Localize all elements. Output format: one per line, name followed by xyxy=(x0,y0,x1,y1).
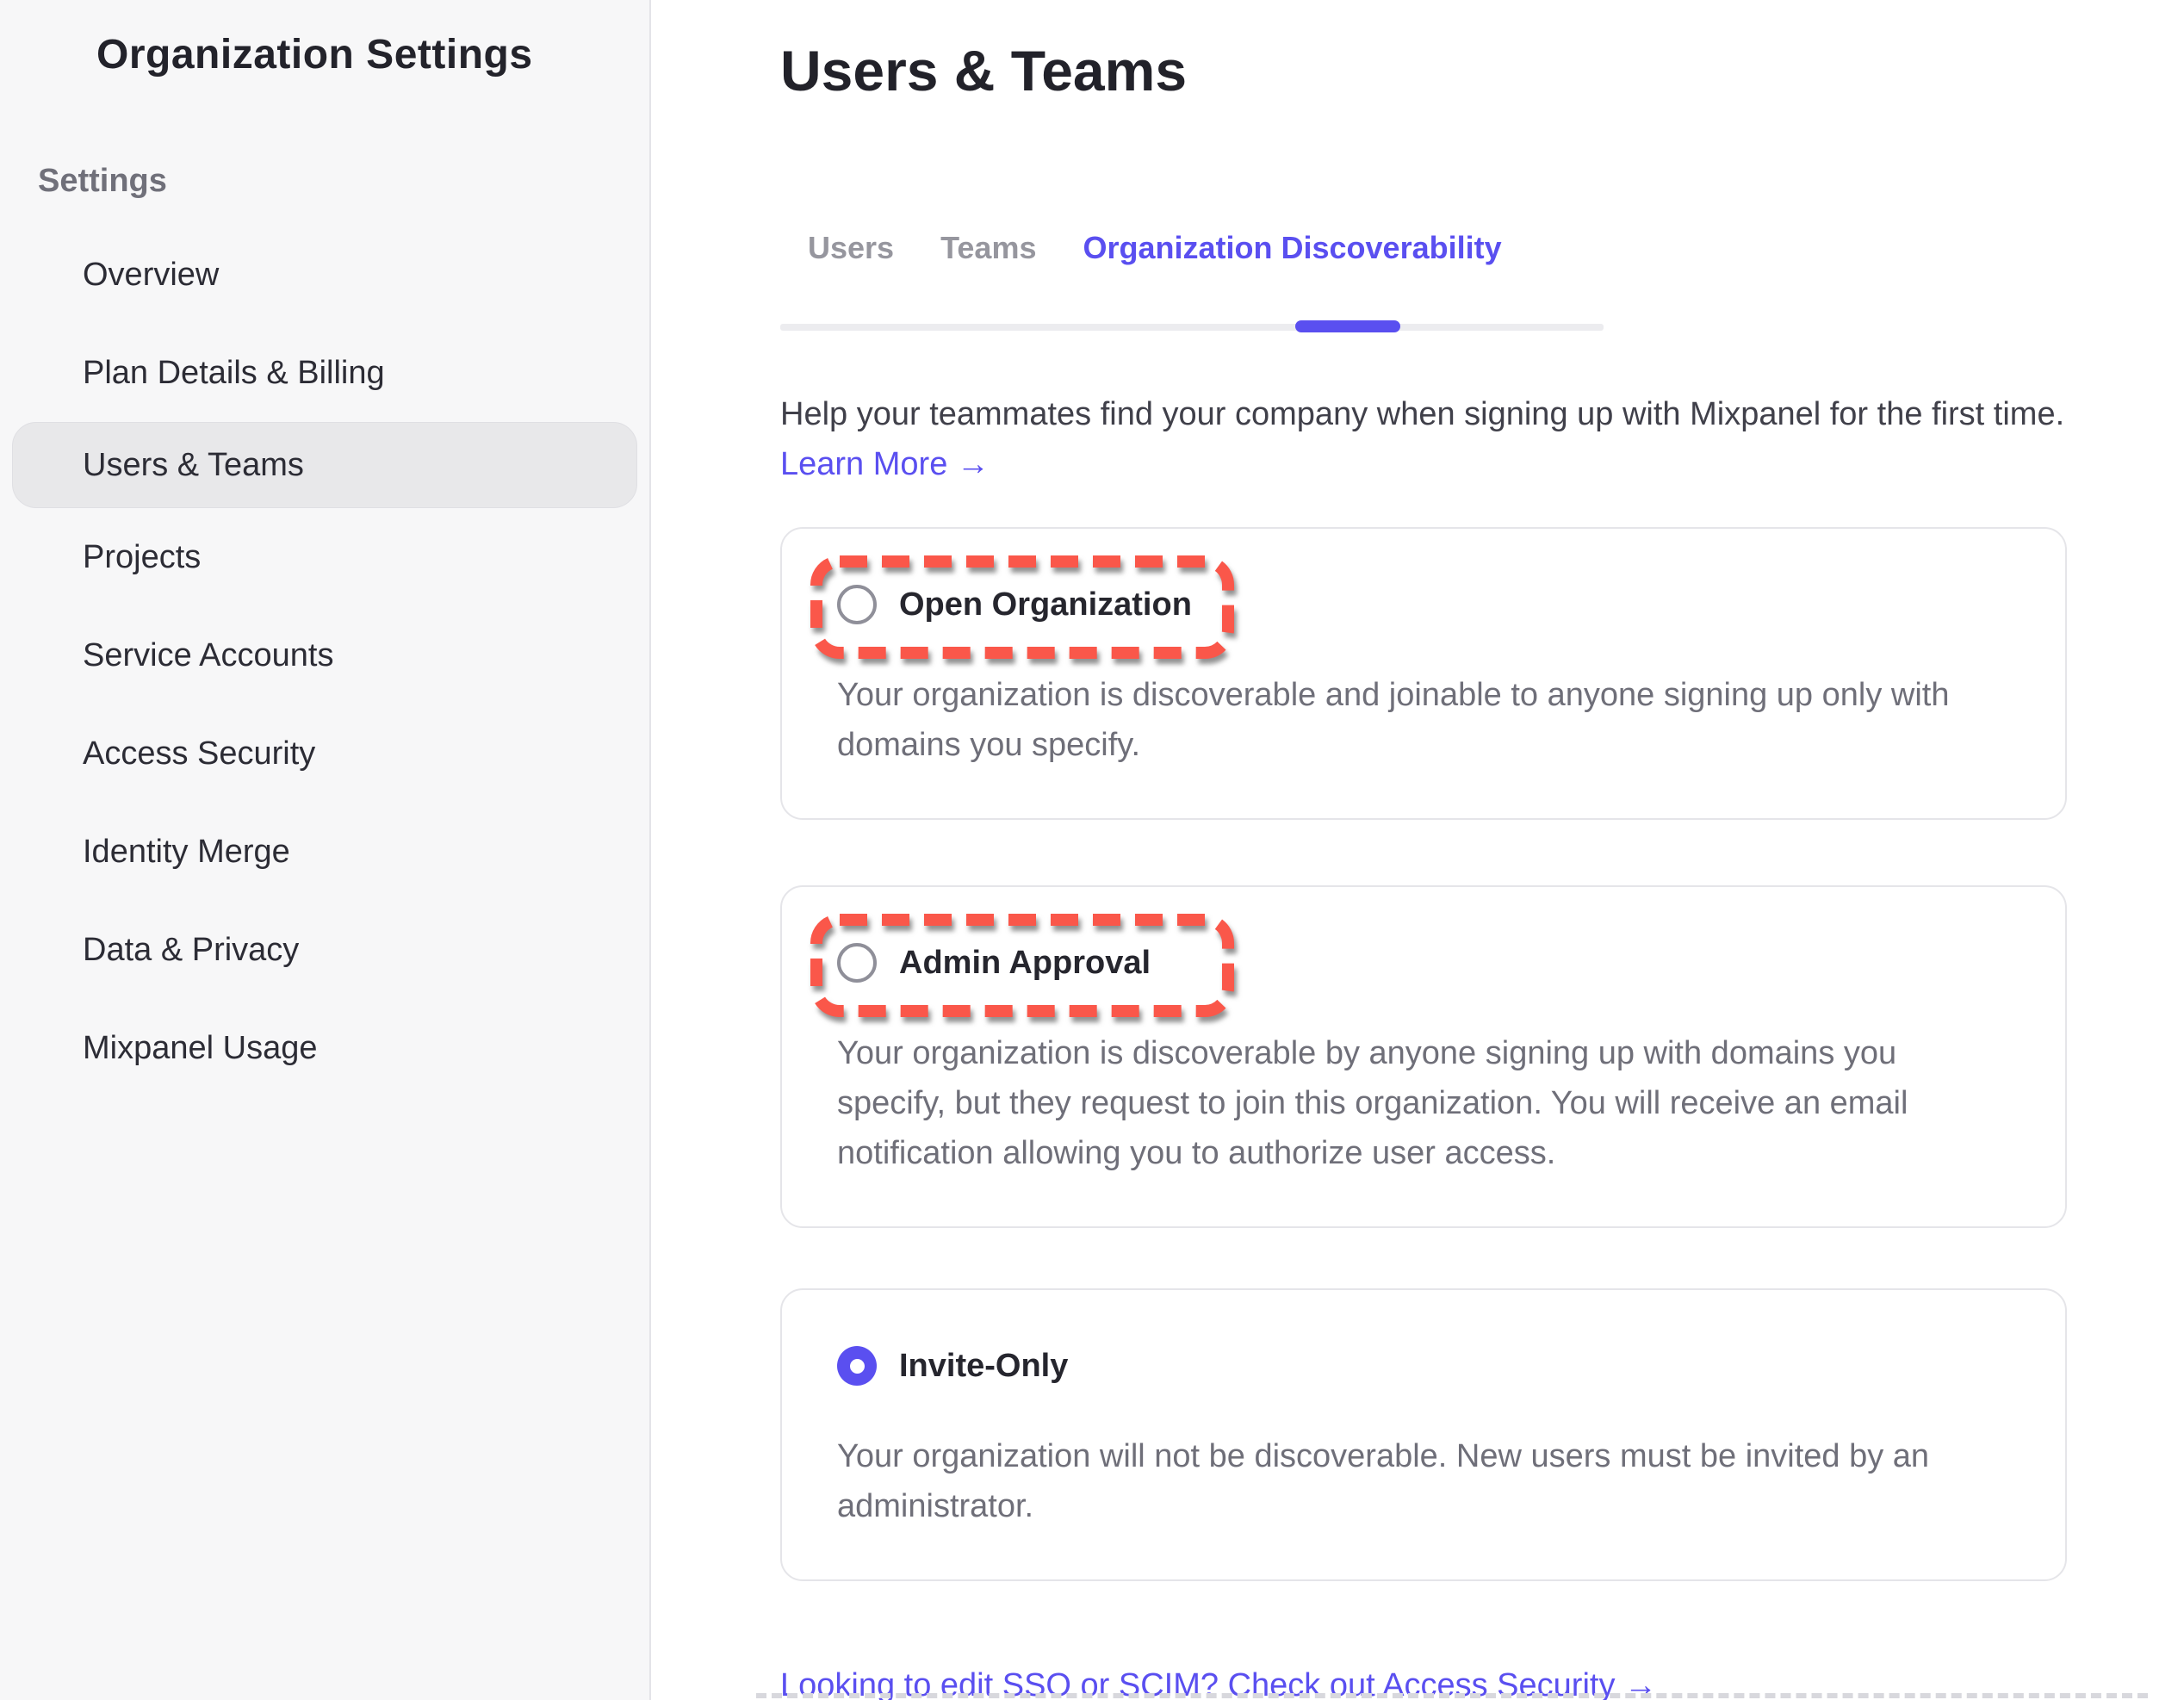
option-row-admin-approval: Admin Approval xyxy=(837,920,1185,1006)
sidebar-item-mixpanel-usage[interactable]: Mixpanel Usage xyxy=(0,999,649,1097)
sidebar-item-label: Identity Merge xyxy=(83,834,290,871)
radio-inner-dot xyxy=(850,1359,865,1374)
sidebar-item-users-teams[interactable]: Users & Teams xyxy=(12,422,637,508)
sidebar-title: Organization Settings xyxy=(96,29,649,81)
sidebar-item-data-privacy[interactable]: Data & Privacy xyxy=(0,901,649,999)
option-description-open-organization: Your organization is discoverable and jo… xyxy=(837,670,2010,770)
sidebar-section-label: Settings xyxy=(38,162,649,200)
bottom-dotted-divider xyxy=(756,1693,2148,1698)
sidebar-item-access-security[interactable]: Access Security xyxy=(0,704,649,803)
learn-more-link[interactable]: Learn More → xyxy=(780,443,990,486)
organization-settings-page: Organization Settings Settings Overview … xyxy=(0,0,2184,1700)
main-content: Users & Teams Users Teams Organization D… xyxy=(651,0,2184,1700)
option-label-invite-only: Invite-Only xyxy=(899,1348,1068,1385)
tab-underline xyxy=(780,324,1604,331)
radio-invite-only-selected[interactable] xyxy=(837,1346,877,1386)
sidebar-item-label: Access Security xyxy=(83,735,315,772)
radio-open-organization[interactable] xyxy=(837,585,877,624)
arrow-right-icon: → xyxy=(957,446,990,482)
sidebar-item-label: Projects xyxy=(83,539,201,576)
sidebar-item-label: Overview xyxy=(83,257,219,294)
sidebar-item-label: Users & Teams xyxy=(83,447,304,484)
option-card-open-organization: Open Organization Your organization is d… xyxy=(780,527,2067,820)
option-description-invite-only: Your organization will not be discoverab… xyxy=(837,1431,2010,1531)
sidebar: Organization Settings Settings Overview … xyxy=(0,0,651,1700)
option-row-invite-only: Invite-Only xyxy=(837,1323,1102,1409)
sidebar-item-service-accounts[interactable]: Service Accounts xyxy=(0,606,649,704)
sidebar-nav: Overview Plan Details & Billing Users & … xyxy=(0,226,649,1097)
sidebar-item-overview[interactable]: Overview xyxy=(0,226,649,324)
sidebar-item-label: Plan Details & Billing xyxy=(83,355,385,392)
tab-users[interactable]: Users xyxy=(808,231,894,265)
option-row-open-organization: Open Organization xyxy=(837,561,1226,648)
sidebar-item-label: Mixpanel Usage xyxy=(83,1030,317,1067)
tab-teams[interactable]: Teams xyxy=(940,231,1036,265)
page-title: Users & Teams xyxy=(780,38,2184,103)
option-description-admin-approval: Your organization is discoverable by any… xyxy=(837,1028,2010,1178)
tab-bar: Users Teams Organization Discoverability xyxy=(780,231,2184,265)
learn-more-label: Learn More xyxy=(780,446,947,482)
sidebar-item-plan-details-billing[interactable]: Plan Details & Billing xyxy=(0,324,649,422)
option-label-admin-approval: Admin Approval xyxy=(899,945,1151,982)
active-tab-indicator xyxy=(1295,320,1400,332)
tab-organization-discoverability[interactable]: Organization Discoverability xyxy=(1083,231,1501,265)
sidebar-item-label: Data & Privacy xyxy=(83,932,299,969)
sidebar-item-label: Service Accounts xyxy=(83,637,333,674)
sidebar-item-identity-merge[interactable]: Identity Merge xyxy=(0,803,649,901)
option-card-admin-approval: Admin Approval Your organization is disc… xyxy=(780,885,2067,1228)
option-card-invite-only: Invite-Only Your organization will not b… xyxy=(780,1288,2067,1581)
radio-admin-approval[interactable] xyxy=(837,943,877,983)
sidebar-item-projects[interactable]: Projects xyxy=(0,508,649,606)
intro-text: Help your teammates find your company wh… xyxy=(780,393,2184,436)
option-label-open-organization: Open Organization xyxy=(899,586,1192,624)
